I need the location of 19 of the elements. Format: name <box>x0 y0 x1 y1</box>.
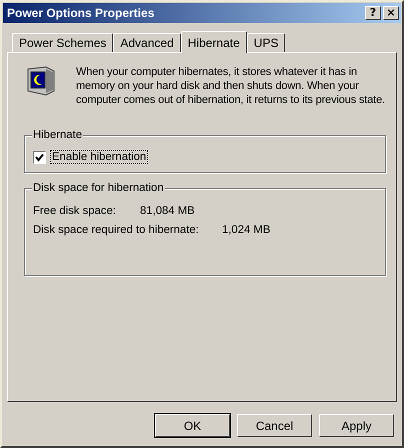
description-text: When your computer hibernates, it stores whatever it has in memory on your hard disk and then shuts down. When your computer comes out of hibernation, it returns to its previous state. <box>76 65 386 107</box>
group-title: Disk space for hibernation <box>32 182 165 194</box>
group-title: Hibernate <box>32 129 83 141</box>
tab[interactable]: Advanced <box>113 33 181 52</box>
window-title: Power Options Properties <box>7 6 156 20</box>
field-value: 81,084 MB <box>140 205 195 217</box>
close-button[interactable]: × <box>383 6 399 20</box>
field-label: Free disk space: <box>33 205 116 217</box>
checkbox-label[interactable]: Enable hibernation <box>50 150 148 164</box>
help-button[interactable]: ? <box>365 6 381 20</box>
apply-button[interactable]: Apply <box>319 414 394 437</box>
cancel-button[interactable]: Cancel <box>237 414 312 437</box>
ok-button[interactable]: OK <box>155 414 230 437</box>
tab[interactable]: Hibernate <box>180 31 247 53</box>
field-label: Disk space required to hibernate: <box>33 224 199 236</box>
checkbox[interactable] <box>33 150 46 164</box>
tab[interactable]: Power Schemes <box>12 33 114 52</box>
field-value: 1,024 MB <box>222 224 270 236</box>
tab[interactable]: UPS <box>246 33 286 52</box>
